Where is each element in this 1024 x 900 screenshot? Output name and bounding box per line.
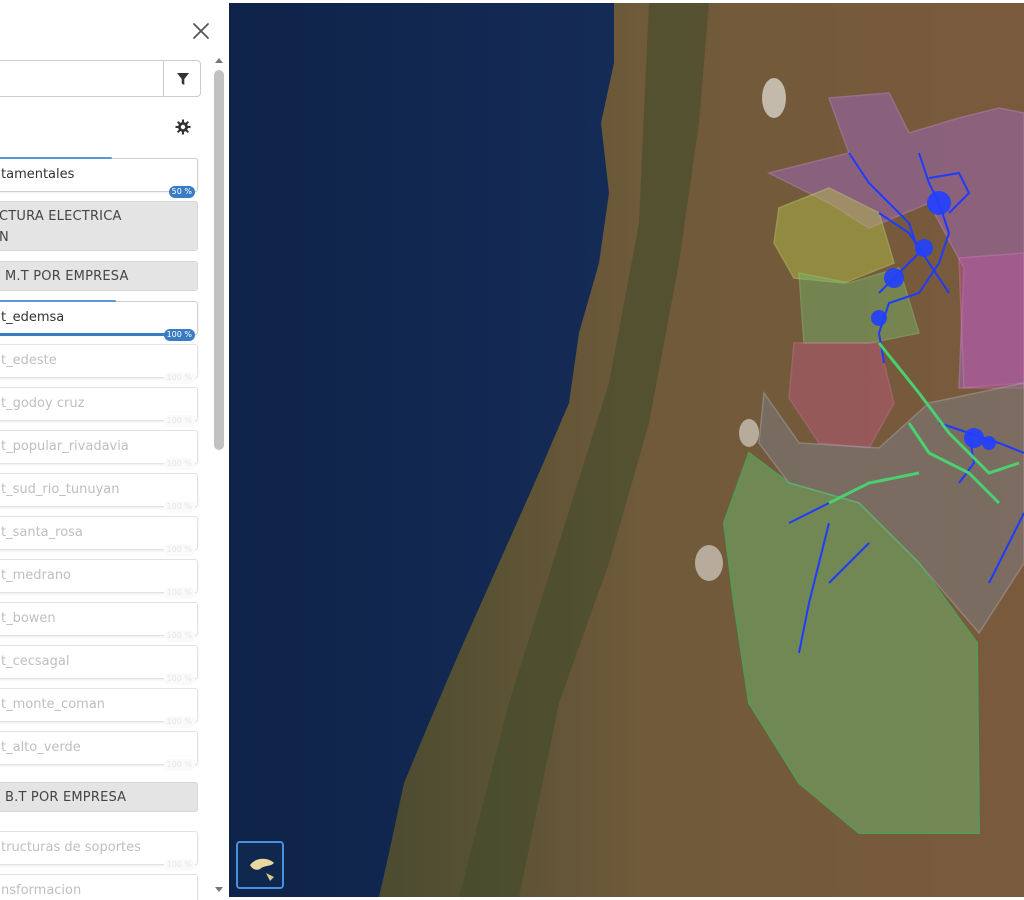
layer-label: t_monte_coman (1, 697, 106, 712)
layer-search-input[interactable] (0, 61, 155, 96)
basemap-thumbnail-icon (238, 843, 282, 887)
layer-progress-badge: 100 % (163, 501, 195, 513)
map-canvas[interactable] (229, 3, 1024, 897)
layer-progress-badge: 100 % (163, 544, 195, 556)
layer-label: t_medrano (1, 568, 72, 583)
layer-item[interactable]: t_bowen 100 % (0, 602, 198, 642)
layer-progress-badge: 100 % (163, 458, 195, 470)
layer-label: t_cecsagal (1, 654, 70, 669)
basemap-switcher-button[interactable] (236, 841, 284, 889)
layer-label: t_sud_rio_tunuyan (1, 482, 120, 497)
layer-item[interactable]: t_cecsagal 100 % (0, 645, 198, 685)
layer-item[interactable]: tamentales 50 % (0, 157, 198, 198)
layers-panel: tamentales 50 % CTURA ELECTRICA N M.T PO… (0, 0, 229, 900)
layer-progress-track (0, 300, 117, 302)
layer-label: t_santa_rosa (1, 525, 83, 540)
snow-patch (695, 545, 723, 581)
filter-icon (176, 72, 189, 85)
layer-progress-badge: 100 % (163, 859, 195, 871)
region-magenta (958, 252, 1024, 389)
layer-progress-track (0, 157, 113, 159)
layer-item[interactable]: t_edemsa 100 % (0, 300, 198, 341)
snow-patch (762, 78, 786, 118)
layer-progress-badge: 100 % (163, 630, 195, 642)
satellite-map (229, 3, 1024, 897)
layer-item[interactable]: t_medrano 100 % (0, 559, 198, 599)
layer-group-header[interactable]: B.T POR EMPRESA (0, 782, 198, 812)
layer-item[interactable]: t_santa_rosa 100 % (0, 516, 198, 556)
layer-label: nsformacion (1, 883, 82, 898)
settings-button[interactable] (172, 116, 194, 138)
filter-button[interactable] (163, 60, 201, 97)
layer-label: t_popular_rivadavia (1, 439, 129, 454)
group-label: CTURA ELECTRICA (0, 209, 122, 224)
layer-progress-badge: 100 % (163, 329, 195, 341)
layer-item[interactable]: t_alto_verde 100 % (0, 731, 198, 771)
layer-item[interactable]: t_godoy cruz 100 % (0, 387, 198, 427)
layer-progress-badge: 100 % (163, 372, 195, 384)
group-label: B.T POR EMPRESA (5, 790, 127, 805)
layer-label: tamentales (1, 167, 75, 182)
group-label: M.T POR EMPRESA (5, 269, 129, 284)
layer-label: t_edeste (1, 353, 57, 368)
layer-progress-badge: 100 % (163, 759, 195, 771)
layer-progress-badge: 50 % (168, 186, 195, 198)
panel-scrollbar[interactable] (212, 58, 226, 892)
layer-label: t_edemsa (1, 310, 65, 325)
layer-item[interactable]: t_sud_rio_tunuyan 100 % (0, 473, 198, 513)
layer-group-header[interactable]: M.T POR EMPRESA (0, 261, 198, 291)
layer-progress-badge: 100 % (163, 587, 195, 599)
scroll-thumb[interactable] (214, 70, 224, 450)
layer-label: t_alto_verde (1, 740, 81, 755)
layer-item[interactable]: t_edeste 100 % (0, 344, 198, 384)
scroll-down-arrow[interactable] (215, 887, 223, 892)
layer-progress-badge: 100 % (163, 716, 195, 728)
layer-label: t_bowen (1, 611, 56, 626)
layer-item[interactable]: nsformacion (0, 874, 198, 900)
layer-item[interactable]: t_monte_coman 100 % (0, 688, 198, 728)
gear-icon (175, 119, 191, 135)
layer-label: t_godoy cruz (1, 396, 85, 411)
layer-label: tructuras de soportes (1, 840, 141, 855)
layer-group-header[interactable]: CTURA ELECTRICA N (0, 201, 198, 251)
scroll-up-arrow[interactable] (215, 58, 223, 63)
layer-item[interactable]: tructuras de soportes 100 % (0, 831, 198, 871)
layer-progress-bar (0, 333, 173, 336)
close-icon (193, 23, 209, 39)
layer-progress-badge: 100 % (163, 673, 195, 685)
group-label-line2: N (0, 230, 9, 245)
layer-progress-badge: 100 % (163, 415, 195, 427)
layer-item[interactable]: t_popular_rivadavia 100 % (0, 430, 198, 470)
snow-patch (739, 419, 759, 447)
close-panel-button[interactable] (189, 19, 213, 43)
